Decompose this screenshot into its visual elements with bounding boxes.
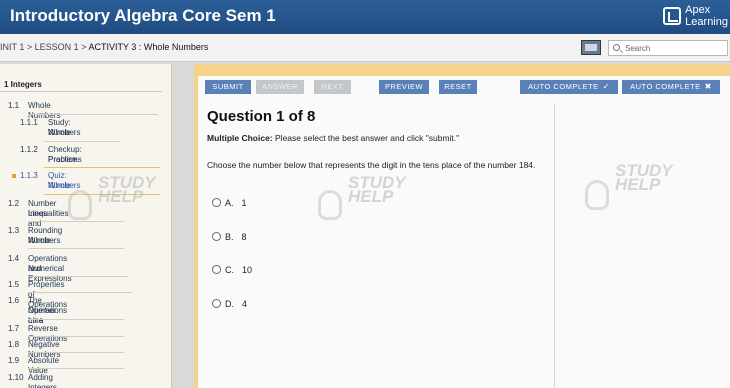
answer-option-b[interactable]: B. 8	[212, 232, 247, 242]
app-header: Introductory Algebra Core Sem 1 Apex Lea…	[0, 0, 730, 34]
search-placeholder: Search	[625, 44, 651, 53]
watermark: STUDY HELP	[98, 173, 156, 206]
search-input[interactable]: Search	[608, 40, 728, 56]
question-type: Multiple Choice: Please select the best …	[207, 133, 459, 143]
question-instruction: Please select the best answer and click …	[275, 133, 460, 143]
course-title: Introductory Algebra Core Sem 1	[10, 6, 276, 25]
lightbulb-watermark-icon	[318, 190, 342, 220]
breadcrumb-lesson[interactable]: LESSON 1	[35, 42, 79, 52]
radio-button[interactable]	[212, 232, 221, 241]
breadcrumb-unit[interactable]: INIT 1	[0, 42, 24, 52]
content-divider	[554, 104, 555, 388]
active-item-bullet	[12, 174, 16, 178]
close-icon: ✖	[704, 82, 712, 91]
screen-view-icon[interactable]	[581, 40, 601, 55]
radio-button[interactable]	[212, 265, 221, 274]
submit-button[interactable]: SUBMIT	[205, 80, 251, 94]
course-sidebar: 1 Integers 1.1 Whole Numbers 1.1.1 Study…	[0, 64, 172, 388]
answer-option-d[interactable]: D. 4	[212, 299, 247, 309]
radio-button[interactable]	[212, 198, 221, 207]
answer-button[interactable]: ANSWER	[256, 80, 304, 94]
next-button[interactable]: NEXT	[314, 80, 351, 94]
reset-button[interactable]: RESET	[439, 80, 477, 94]
breadcrumb-current: ACTIVITY 3 : Whole Numbers	[88, 42, 209, 52]
preview-button[interactable]: PREVIEW	[379, 80, 429, 94]
auto-complete-x-button[interactable]: AUTO COMPLETE ✖	[622, 80, 720, 94]
logo-line2: Learning	[685, 16, 728, 28]
auto-complete-check-label: AUTO COMPLETE	[528, 82, 599, 91]
apex-logo-icon	[663, 7, 682, 25]
auto-complete-check-button[interactable]: AUTO COMPLETE ✓	[520, 80, 618, 94]
breadcrumb-bar: INIT 1 > LESSON 1 > ACTIVITY 3 : Whole N…	[0, 34, 730, 62]
question-text: Choose the number below that represents …	[207, 160, 536, 170]
logo-line1: Apex	[685, 4, 711, 16]
breadcrumb-separator: >	[81, 42, 87, 52]
checkmark-icon: ✓	[602, 82, 610, 91]
sidebar-divider	[0, 91, 162, 92]
lightbulb-watermark-icon	[68, 190, 92, 220]
question-title: Question 1 of 8	[207, 108, 316, 125]
answer-option-a[interactable]: A. 1	[212, 198, 247, 208]
search-icon	[613, 44, 620, 51]
apex-learning-logo: Apex Learning	[663, 1, 728, 31]
lightbulb-watermark-icon	[585, 180, 609, 210]
auto-complete-x-label: AUTO COMPLETE	[630, 82, 701, 91]
breadcrumb-separator: >	[26, 42, 33, 52]
watermark: STUDY HELP	[348, 173, 406, 206]
watermark: STUDY HELP	[615, 161, 673, 194]
sidebar-unit-header: 1 Integers	[4, 80, 42, 89]
question-type-label: Multiple Choice:	[207, 133, 273, 143]
answer-option-c[interactable]: C. 10	[212, 265, 252, 275]
breadcrumb: INIT 1 > LESSON 1 > ACTIVITY 3 : Whole N…	[0, 42, 208, 52]
radio-button[interactable]	[212, 299, 221, 308]
